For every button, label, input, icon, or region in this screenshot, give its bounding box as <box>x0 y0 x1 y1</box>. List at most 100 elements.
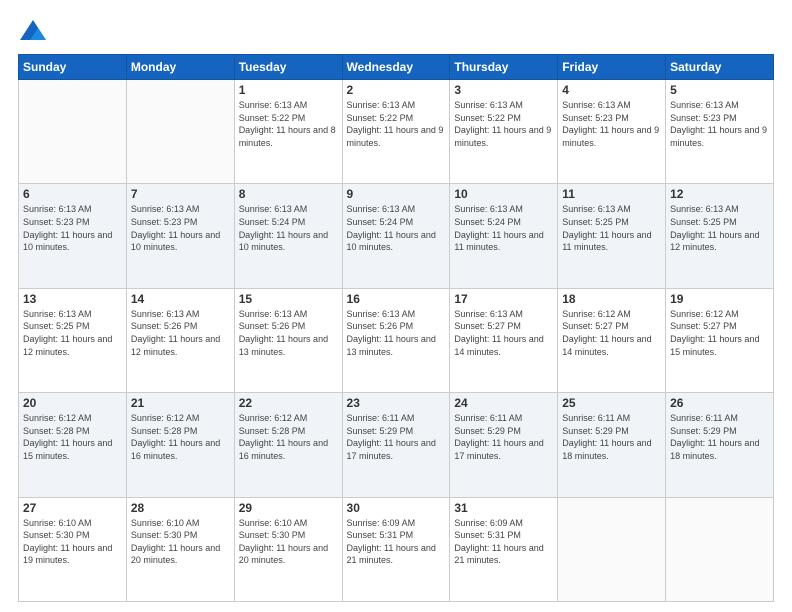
calendar-week-5: 27 Sunrise: 6:10 AMSunset: 5:30 PMDayligh… <box>19 497 774 601</box>
calendar-week-1: 1 Sunrise: 6:13 AMSunset: 5:22 PMDaylight… <box>19 80 774 184</box>
day-info: Sunrise: 6:13 AMSunset: 5:25 PMDaylight:… <box>23 308 122 358</box>
day-info: Sunrise: 6:13 AMSunset: 5:23 PMDaylight:… <box>670 99 769 149</box>
calendar-cell <box>126 80 234 184</box>
calendar-cell: 22 Sunrise: 6:12 AMSunset: 5:28 PMDayligh… <box>234 393 342 497</box>
day-info: Sunrise: 6:13 AMSunset: 5:22 PMDaylight:… <box>454 99 553 149</box>
calendar-cell: 6Sunrise: 6:13 AMSunset: 5:23 PMDaylight… <box>19 184 127 288</box>
calendar-cell: 29Sunrise: 6:10 AMSunset: 5:30 PMDayligh… <box>234 497 342 601</box>
day-number: 7 <box>131 187 230 201</box>
day-number: 1 <box>239 83 338 97</box>
calendar-header-sunday: Sunday <box>19 55 127 80</box>
day-number: 12 <box>670 187 769 201</box>
day-info: Sunrise: 6:12 AMSunset: 5:28 PMDaylight:… <box>239 412 338 462</box>
calendar-header-wednesday: Wednesday <box>342 55 450 80</box>
day-number: 21 <box>131 396 230 410</box>
calendar-header-thursday: Thursday <box>450 55 558 80</box>
day-info: Sunrise: 6:13 AMSunset: 5:22 PMDaylight:… <box>239 99 338 149</box>
day-number: 30 <box>347 501 446 515</box>
day-info: Sunrise: 6:11 AMSunset: 5:29 PMDaylight:… <box>562 412 661 462</box>
logo <box>18 18 52 46</box>
day-info: Sunrise: 6:11 AMSunset: 5:29 PMDaylight:… <box>454 412 553 462</box>
calendar-cell: 31 Sunrise: 6:09 AMSunset: 5:31 PMDayligh… <box>450 497 558 601</box>
calendar-cell: 13 Sunrise: 6:13 AMSunset: 5:25 PMDayligh… <box>19 288 127 392</box>
calendar-cell: 15 Sunrise: 6:13 AMSunset: 5:26 PMDayligh… <box>234 288 342 392</box>
logo-icon <box>18 18 48 46</box>
day-number: 27 <box>23 501 122 515</box>
day-number: 4 <box>562 83 661 97</box>
day-number: 29 <box>239 501 338 515</box>
day-number: 18 <box>562 292 661 306</box>
calendar-cell: 24 Sunrise: 6:11 AMSunset: 5:29 PMDayligh… <box>450 393 558 497</box>
calendar-cell: 3 Sunrise: 6:13 AMSunset: 5:22 PMDaylight… <box>450 80 558 184</box>
calendar-table: SundayMondayTuesdayWednesdayThursdayFrid… <box>18 54 774 602</box>
calendar-header-monday: Monday <box>126 55 234 80</box>
calendar-cell: 2 Sunrise: 6:13 AMSunset: 5:22 PMDaylight… <box>342 80 450 184</box>
calendar-cell: 30Sunrise: 6:09 AMSunset: 5:31 PMDayligh… <box>342 497 450 601</box>
header <box>18 18 774 46</box>
calendar-week-4: 20 Sunrise: 6:12 AMSunset: 5:28 PMDayligh… <box>19 393 774 497</box>
day-number: 17 <box>454 292 553 306</box>
day-info: Sunrise: 6:09 AMSunset: 5:31 PMDaylight:… <box>454 517 553 567</box>
day-info: Sunrise: 6:13 AMSunset: 5:26 PMDaylight:… <box>131 308 230 358</box>
day-info: Sunrise: 6:11 AMSunset: 5:29 PMDaylight:… <box>347 412 446 462</box>
day-number: 10 <box>454 187 553 201</box>
calendar-cell: 7 Sunrise: 6:13 AMSunset: 5:23 PMDaylight… <box>126 184 234 288</box>
day-number: 9 <box>347 187 446 201</box>
calendar-header-row: SundayMondayTuesdayWednesdayThursdayFrid… <box>19 55 774 80</box>
calendar-cell: 14 Sunrise: 6:13 AMSunset: 5:26 PMDayligh… <box>126 288 234 392</box>
calendar-week-2: 6Sunrise: 6:13 AMSunset: 5:23 PMDaylight… <box>19 184 774 288</box>
calendar-cell: 17Sunrise: 6:13 AMSunset: 5:27 PMDayligh… <box>450 288 558 392</box>
day-number: 16 <box>347 292 446 306</box>
day-info: Sunrise: 6:13 AMSunset: 5:26 PMDaylight:… <box>239 308 338 358</box>
calendar-week-3: 13 Sunrise: 6:13 AMSunset: 5:25 PMDayligh… <box>19 288 774 392</box>
day-info: Sunrise: 6:13 AMSunset: 5:26 PMDaylight:… <box>347 308 446 358</box>
calendar-cell: 11Sunrise: 6:13 AMSunset: 5:25 PMDayligh… <box>558 184 666 288</box>
day-number: 19 <box>670 292 769 306</box>
day-number: 22 <box>239 396 338 410</box>
day-number: 31 <box>454 501 553 515</box>
day-number: 23 <box>347 396 446 410</box>
day-info: Sunrise: 6:12 AMSunset: 5:28 PMDaylight:… <box>131 412 230 462</box>
day-info: Sunrise: 6:12 AMSunset: 5:27 PMDaylight:… <box>670 308 769 358</box>
day-info: Sunrise: 6:13 AMSunset: 5:23 PMDaylight:… <box>562 99 661 149</box>
day-info: Sunrise: 6:13 AMSunset: 5:22 PMDaylight:… <box>347 99 446 149</box>
day-number: 13 <box>23 292 122 306</box>
calendar-cell: 9 Sunrise: 6:13 AMSunset: 5:24 PMDaylight… <box>342 184 450 288</box>
calendar-cell: 28 Sunrise: 6:10 AMSunset: 5:30 PMDayligh… <box>126 497 234 601</box>
day-info: Sunrise: 6:13 AMSunset: 5:25 PMDaylight:… <box>562 203 661 253</box>
calendar-header-friday: Friday <box>558 55 666 80</box>
calendar-cell: 16 Sunrise: 6:13 AMSunset: 5:26 PMDayligh… <box>342 288 450 392</box>
calendar-cell: 21 Sunrise: 6:12 AMSunset: 5:28 PMDayligh… <box>126 393 234 497</box>
day-number: 25 <box>562 396 661 410</box>
calendar-cell: 4 Sunrise: 6:13 AMSunset: 5:23 PMDaylight… <box>558 80 666 184</box>
day-number: 28 <box>131 501 230 515</box>
day-number: 20 <box>23 396 122 410</box>
day-number: 5 <box>670 83 769 97</box>
day-info: Sunrise: 6:10 AMSunset: 5:30 PMDaylight:… <box>23 517 122 567</box>
day-info: Sunrise: 6:13 AMSunset: 5:23 PMDaylight:… <box>131 203 230 253</box>
day-number: 2 <box>347 83 446 97</box>
day-number: 8 <box>239 187 338 201</box>
day-info: Sunrise: 6:13 AMSunset: 5:24 PMDaylight:… <box>347 203 446 253</box>
calendar-cell: 26Sunrise: 6:11 AMSunset: 5:29 PMDayligh… <box>666 393 774 497</box>
calendar-cell: 27 Sunrise: 6:10 AMSunset: 5:30 PMDayligh… <box>19 497 127 601</box>
calendar-cell: 8 Sunrise: 6:13 AMSunset: 5:24 PMDaylight… <box>234 184 342 288</box>
day-info: Sunrise: 6:13 AMSunset: 5:25 PMDaylight:… <box>670 203 769 253</box>
calendar-cell <box>666 497 774 601</box>
page: SundayMondayTuesdayWednesdayThursdayFrid… <box>0 0 792 612</box>
day-number: 24 <box>454 396 553 410</box>
calendar-cell: 12 Sunrise: 6:13 AMSunset: 5:25 PMDayligh… <box>666 184 774 288</box>
calendar-cell: 20 Sunrise: 6:12 AMSunset: 5:28 PMDayligh… <box>19 393 127 497</box>
calendar-cell: 23 Sunrise: 6:11 AMSunset: 5:29 PMDayligh… <box>342 393 450 497</box>
day-info: Sunrise: 6:13 AMSunset: 5:24 PMDaylight:… <box>454 203 553 253</box>
calendar-cell: 25 Sunrise: 6:11 AMSunset: 5:29 PMDayligh… <box>558 393 666 497</box>
day-info: Sunrise: 6:13 AMSunset: 5:23 PMDaylight:… <box>23 203 122 253</box>
day-info: Sunrise: 6:10 AMSunset: 5:30 PMDaylight:… <box>131 517 230 567</box>
day-number: 14 <box>131 292 230 306</box>
day-number: 15 <box>239 292 338 306</box>
calendar-cell: 18Sunrise: 6:12 AMSunset: 5:27 PMDayligh… <box>558 288 666 392</box>
day-number: 3 <box>454 83 553 97</box>
day-info: Sunrise: 6:11 AMSunset: 5:29 PMDaylight:… <box>670 412 769 462</box>
day-info: Sunrise: 6:13 AMSunset: 5:24 PMDaylight:… <box>239 203 338 253</box>
day-info: Sunrise: 6:12 AMSunset: 5:28 PMDaylight:… <box>23 412 122 462</box>
